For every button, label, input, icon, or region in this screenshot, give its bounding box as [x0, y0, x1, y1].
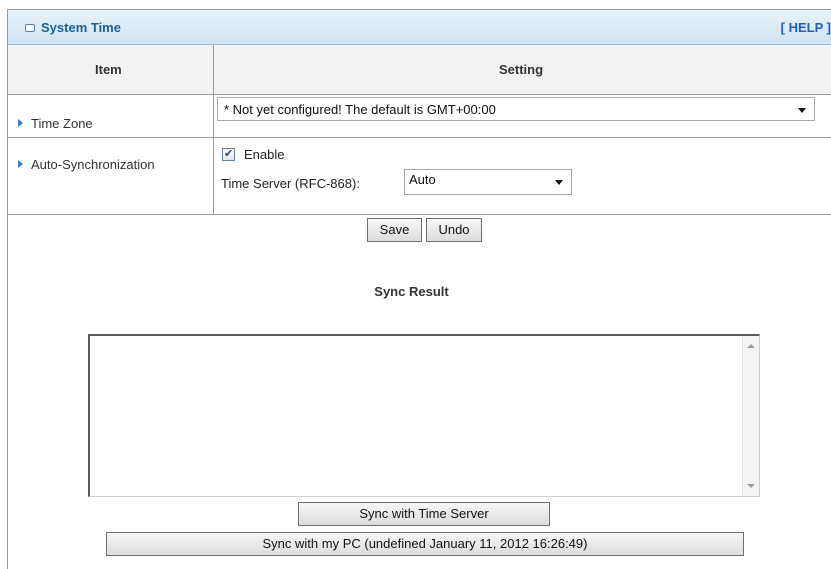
auto-sync-label: Auto-Synchronization [18, 157, 155, 172]
sync-with-time-server-button[interactable]: Sync with Time Server [298, 502, 550, 526]
column-header-setting: Setting [499, 62, 544, 77]
sync-result-textarea[interactable] [88, 334, 760, 497]
scroll-up-icon[interactable] [747, 344, 755, 348]
time-server-select[interactable]: Auto [404, 169, 572, 195]
title-bar: System Time [ HELP ] [8, 10, 831, 45]
scroll-down-icon[interactable] [747, 484, 755, 488]
triangle-right-icon [18, 119, 23, 127]
undo-button[interactable]: Undo [426, 218, 482, 242]
table-header: Item Setting [8, 45, 831, 95]
save-button[interactable]: Save [367, 218, 422, 242]
page-title: System Time [41, 20, 121, 35]
sync-result-title: Sync Result [374, 284, 449, 299]
column-header-item: Item [95, 62, 122, 77]
sync-result-scrollbar[interactable] [742, 336, 759, 496]
auto-sync-label-text: Auto-Synchronization [31, 157, 155, 172]
panel-icon [25, 24, 35, 32]
time-zone-label-text: Time Zone [31, 116, 93, 131]
chevron-down-icon [555, 180, 563, 185]
checkmark-icon: ✔ [224, 148, 234, 160]
time-zone-value: * Not yet configured! The default is GMT… [224, 102, 496, 117]
auto-sync-item-cell [8, 138, 214, 214]
triangle-right-icon [18, 160, 23, 168]
chevron-down-icon [798, 108, 806, 113]
sync-with-my-pc-button[interactable]: Sync with my PC (undefined January 11, 2… [106, 532, 744, 556]
time-zone-select[interactable]: * Not yet configured! The default is GMT… [217, 97, 815, 121]
time-zone-label: Time Zone [18, 116, 93, 131]
enable-label: Enable [244, 147, 285, 162]
help-link[interactable]: [ HELP ] [781, 20, 831, 35]
time-server-value: Auto [409, 172, 436, 187]
auto-sync-enable-checkbox[interactable]: ✔ [222, 148, 235, 161]
time-server-label: Time Server (RFC-868): [221, 176, 360, 191]
